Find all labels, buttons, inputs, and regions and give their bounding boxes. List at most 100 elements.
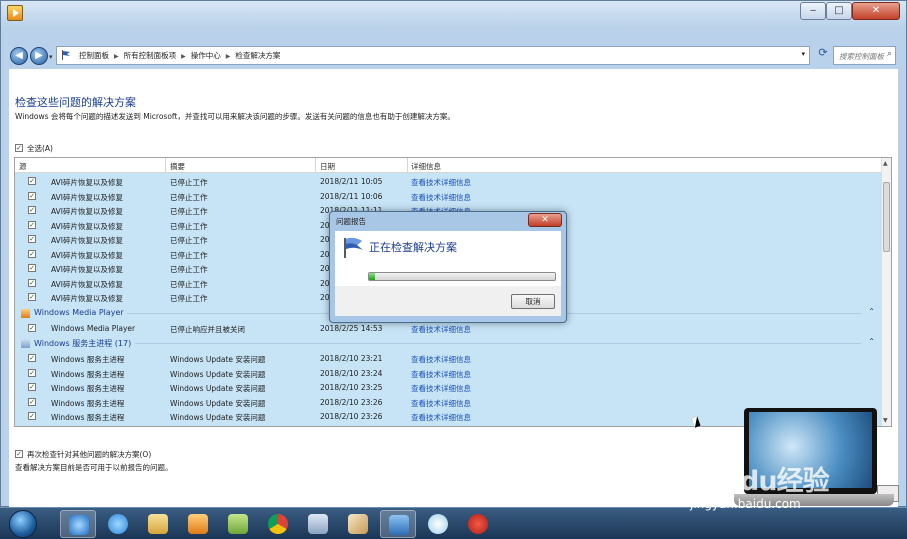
refresh-button[interactable]: ⟳ <box>813 46 833 65</box>
table-row[interactable]: ✓ AVI碎片恢复以及修复 已停止工作 2018/2/11 10:06 查看技术详细信息 <box>15 189 883 203</box>
row-checkbox[interactable]: ✓ <box>28 220 36 229</box>
search-input[interactable]: 搜索控制面板 ⌕ <box>833 46 896 65</box>
address-dropdown-icon[interactable]: ▾ <box>801 50 805 58</box>
taskbar-item-6[interactable] <box>260 510 296 538</box>
minimize-button[interactable]: ‒ <box>800 2 826 20</box>
tools-icon <box>308 514 328 534</box>
search-icon[interactable]: ⌕ <box>887 49 892 59</box>
flower-icon <box>428 514 448 534</box>
group-app-icon <box>21 308 30 318</box>
paint-icon <box>348 514 368 534</box>
row-checkbox[interactable]: ✓ <box>28 323 36 332</box>
maximize-button[interactable]: □ <box>826 2 852 20</box>
row-checkbox[interactable]: ✓ <box>28 264 36 272</box>
row-checkbox[interactable]: ✓ <box>28 383 36 391</box>
row-source: AVI碎片恢复以及修复 <box>51 294 123 303</box>
close-button[interactable]: ✕ <box>852 2 900 20</box>
watermark-url: jingyan.baidu.com <box>690 497 801 511</box>
row-date: 2018/2/10 23:26 <box>320 412 383 421</box>
group-app-icon <box>21 339 30 348</box>
table-row[interactable]: ✓ Windows 服务主进程 Windows Update 安装问题 2018/2/… <box>15 380 883 394</box>
row-details-link[interactable]: 查看技术详细信息 <box>411 383 471 394</box>
row-summary: 已停止工作 <box>170 207 208 216</box>
table-row[interactable]: ✓ Windows 服务主进程 Windows Update 安装问题 2018/2/… <box>15 351 883 365</box>
title-bar[interactable]: ‒ □ ✕ <box>1 1 906 29</box>
collapse-chevron-icon[interactable]: ⌃ <box>868 307 875 316</box>
row-checkbox[interactable]: ✓ <box>28 235 36 243</box>
taskbar-item-11[interactable] <box>460 510 496 538</box>
breadcrumb-check-solutions[interactable]: 检查解决方案 <box>235 51 280 60</box>
page-description: Windows 会将每个问题的描述发送到 Microsoft，并查找可以用来解决… <box>15 112 455 121</box>
row-checkbox[interactable]: ✓ <box>28 191 36 200</box>
row-details-link[interactable]: 查看技术详细信息 <box>411 412 471 423</box>
select-all-checkbox[interactable]: ✓ <box>15 144 23 152</box>
search-placeholder: 搜索控制面板 <box>839 52 884 61</box>
start-button[interactable] <box>9 510 37 538</box>
recheck-label[interactable]: 再次检查针对其他问题的解决方案(O) <box>27 449 151 460</box>
row-checkbox[interactable]: ✓ <box>28 278 36 287</box>
row-source: Windows 服务主进程 <box>51 369 125 379</box>
vertical-scrollbar[interactable]: ▲ ▼ <box>881 158 891 426</box>
table-row[interactable]: ✓ Windows 服务主进程 Windows Update 安装问题 2018/2/… <box>15 395 883 409</box>
row-source: AVI碎片恢复以及修复 <box>51 178 123 187</box>
row-details-link[interactable]: 查看技术详细信息 <box>411 324 471 335</box>
row-checkbox[interactable]: ✓ <box>28 354 36 362</box>
address-bar[interactable]: 控制面板 ▶ 所有控制面板项 ▶ 操作中心 ▶ 检查解决方案 ▾ <box>56 46 810 65</box>
taskbar <box>0 507 907 539</box>
row-details-link[interactable]: 查看技术详细信息 <box>411 369 471 380</box>
row-details-link[interactable]: 查看技术详细信息 <box>411 192 471 203</box>
row-summary: 已停止工作 <box>170 294 208 303</box>
dialog-close-button[interactable]: ✕ <box>528 213 562 227</box>
group-header[interactable]: Windows 服务主进程 (17) ⌃ <box>15 336 883 350</box>
taskbar-item-5[interactable] <box>220 510 256 538</box>
row-source: Windows 服务主进程 <box>51 355 125 364</box>
scroll-thumb[interactable] <box>883 182 890 252</box>
column-summary[interactable]: 摘要 <box>170 161 185 172</box>
row-summary: 已停止响应并且被关闭 <box>170 324 245 334</box>
column-details[interactable]: 详细信息 <box>411 161 441 172</box>
taskbar-item-10[interactable] <box>420 510 456 538</box>
row-checkbox[interactable]: ✓ <box>28 177 36 185</box>
column-source[interactable]: 源 <box>19 161 27 172</box>
cancel-button[interactable]: 取消 <box>511 294 555 309</box>
table-row[interactable]: ✓ AVI碎片恢复以及修复 已停止工作 2018/2/11 10:05 查看技术详细信息 <box>15 174 883 188</box>
row-source: Windows 服务主进程 <box>51 384 125 393</box>
taskbar-item-3[interactable] <box>140 510 176 538</box>
recent-pages-dropdown[interactable]: ▾ <box>49 53 53 61</box>
breadcrumb-all-items[interactable]: 所有控制面板项 <box>124 51 177 60</box>
row-details-link[interactable]: 查看技术详细信息 <box>411 398 471 409</box>
row-details-link[interactable]: 查看技术详细信息 <box>411 177 471 188</box>
breadcrumb-action-center[interactable]: 操作中心 <box>191 51 221 60</box>
forward-button[interactable]: ▶ <box>30 47 48 65</box>
table-row[interactable]: ✓ Windows 服务主进程 Windows Update 安装问题 2018/2/… <box>15 366 883 380</box>
row-details-link[interactable]: 查看技术详细信息 <box>411 354 471 365</box>
row-summary: 已停止工作 <box>170 236 208 245</box>
taskbar-item-4[interactable] <box>180 510 216 538</box>
recheck-checkbox[interactable]: ✓ <box>15 450 23 458</box>
row-checkbox[interactable]: ✓ <box>28 206 36 214</box>
internet-explorer-icon <box>108 514 128 534</box>
row-checkbox[interactable]: ✓ <box>28 249 36 258</box>
row-date: 2018/2/11 10:06 <box>320 191 383 201</box>
collapse-chevron-icon[interactable]: ⌃ <box>868 337 875 346</box>
row-date: 2018/2/11 10:05 <box>320 177 383 186</box>
scroll-up-icon[interactable]: ▲ <box>883 160 888 167</box>
row-checkbox[interactable]: ✓ <box>28 397 36 406</box>
action-center-flag-icon <box>344 237 363 258</box>
scroll-down-icon[interactable]: ▼ <box>883 417 888 424</box>
taskbar-item-7[interactable] <box>300 510 336 538</box>
dialog-footer: 取消 <box>335 286 561 316</box>
select-all-label[interactable]: 全选(A) <box>27 143 53 154</box>
row-summary: 已停止工作 <box>170 279 208 289</box>
list-header: 源 摘要 日期 详细信息 <box>15 158 883 173</box>
column-date[interactable]: 日期 <box>320 161 335 172</box>
taskbar-item-9[interactable] <box>380 510 416 538</box>
breadcrumb-control-panel[interactable]: 控制面板 <box>79 51 109 60</box>
taskbar-item-2[interactable] <box>100 510 136 538</box>
taskbar-item-8[interactable] <box>340 510 376 538</box>
row-checkbox[interactable]: ✓ <box>28 293 36 301</box>
row-checkbox[interactable]: ✓ <box>28 412 36 420</box>
back-button[interactable]: ◀ <box>10 47 28 65</box>
taskbar-item-1[interactable] <box>60 510 96 538</box>
row-checkbox[interactable]: ✓ <box>28 368 36 377</box>
